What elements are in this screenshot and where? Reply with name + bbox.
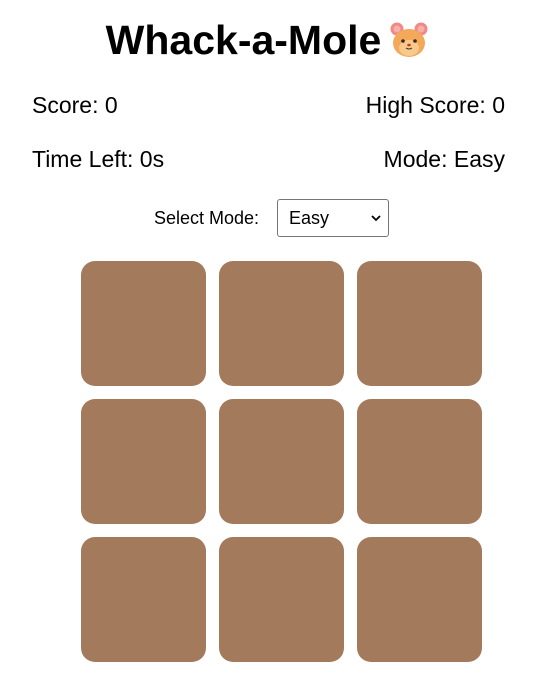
mole-hole-8[interactable] [219,537,344,662]
mode-selector-row: Select Mode: Easy [0,198,535,238]
mole-hole-9[interactable] [357,537,482,662]
mode-display: Mode: Easy [383,146,505,172]
time-left-display: Time Left: 0s [32,146,165,172]
mole-hole-5[interactable] [219,399,344,524]
high-score-display: High Score: 0 [365,92,505,118]
mode-select-label: Select Mode: [153,207,260,228]
mole-hole-2[interactable] [219,261,344,386]
mole-hole-7[interactable] [81,537,206,662]
mole-hole-1[interactable] [81,261,206,386]
mode-select-dropdown[interactable]: Easy [277,199,390,237]
game-title-text: Whack-a-Mole [105,17,382,63]
mode-select-value: Easy [289,208,330,228]
mole-hole-3[interactable] [357,261,482,386]
mole-hole-4[interactable] [81,399,206,524]
mole-hole-6[interactable] [357,399,482,524]
score-display: Score: 0 [32,92,118,118]
mole-grid [81,261,482,662]
game-title: Whack-a-Mole [0,14,535,66]
hamster-icon [390,22,428,57]
chevron-down-icon [371,215,381,222]
